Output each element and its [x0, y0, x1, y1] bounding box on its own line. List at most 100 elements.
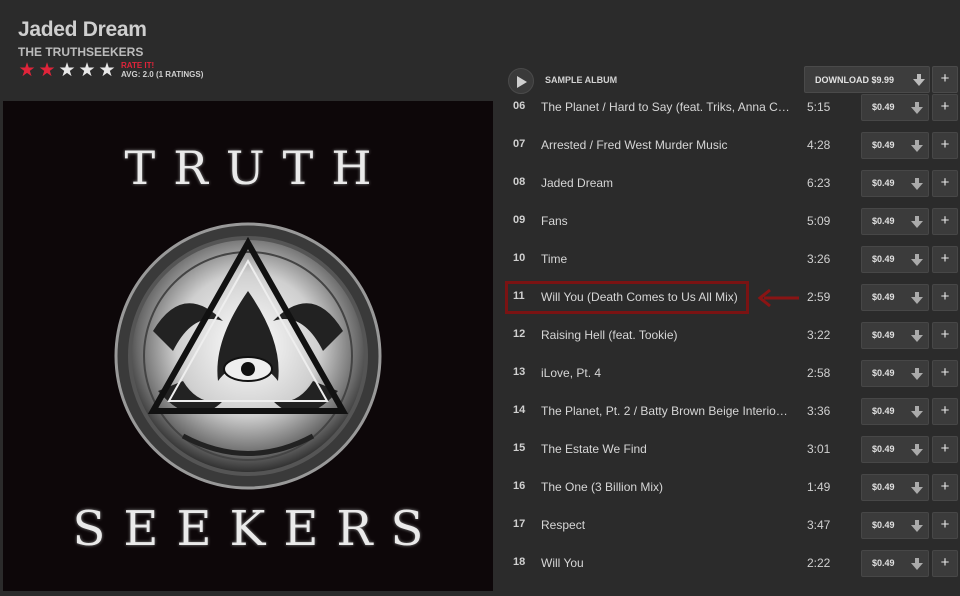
add-track-button[interactable]: + — [932, 170, 958, 197]
track-number: 18 — [513, 556, 526, 568]
track-number: 16 — [513, 480, 526, 492]
track-price: $0.49 — [872, 254, 895, 264]
track-number: 14 — [513, 404, 526, 416]
track-duration: 3:22 — [807, 328, 831, 342]
track-title[interactable]: Fans — [541, 214, 797, 228]
buy-track-button[interactable]: $0.49 — [861, 474, 929, 501]
add-track-button[interactable]: + — [932, 322, 958, 349]
star-icon[interactable]: ★ — [97, 61, 117, 81]
track-duration: 1:49 — [807, 480, 831, 494]
track-number: 08 — [513, 176, 526, 188]
add-track-button[interactable]: + — [932, 512, 958, 539]
track-title[interactable]: Jaded Dream — [541, 176, 797, 190]
track-title[interactable]: Time — [541, 252, 797, 266]
cover-word-top: TRUTH — [124, 141, 390, 195]
track-duration: 2:59 — [807, 290, 831, 304]
arrow-down-icon — [911, 254, 923, 266]
track-price: $0.49 — [872, 102, 895, 112]
track-row[interactable]: 13 iLove, Pt. 4 2:58 $0.49 + — [503, 354, 960, 392]
buy-track-button[interactable]: $0.49 — [861, 436, 929, 463]
buy-track-button[interactable]: $0.49 — [861, 512, 929, 539]
buy-track-button[interactable]: $0.49 — [861, 246, 929, 273]
track-duration: 6:23 — [807, 176, 831, 190]
add-track-button[interactable]: + — [932, 132, 958, 159]
track-list: 06 The Planet / Hard to Say (feat. Triks,… — [503, 88, 960, 596]
track-title[interactable]: The One (3 Billion Mix) — [541, 480, 797, 494]
track-row[interactable]: 12 Raising Hell (feat. Tookie) 3:22 $0.49 + — [503, 316, 960, 354]
add-track-button[interactable]: + — [932, 474, 958, 501]
album-title: Jaded Dream — [18, 18, 147, 41]
add-track-button[interactable]: + — [932, 208, 958, 235]
buy-track-button[interactable]: $0.49 — [861, 360, 929, 387]
track-number: 12 — [513, 328, 526, 340]
track-row[interactable]: 17 Respect 3:47 $0.49 + — [503, 506, 960, 544]
track-price: $0.49 — [872, 292, 895, 302]
star-icon[interactable]: ★ — [37, 61, 57, 81]
track-duration: 4:28 — [807, 138, 831, 152]
track-row[interactable]: 18 Will You 2:22 $0.49 + — [503, 544, 960, 582]
add-track-button[interactable]: + — [932, 94, 958, 121]
track-title[interactable]: The Planet, Pt. 2 / Batty Brown Beige In… — [541, 404, 797, 418]
arrow-down-icon — [911, 330, 923, 342]
track-price: $0.49 — [872, 520, 895, 530]
buy-track-button[interactable]: $0.49 — [861, 550, 929, 577]
rate-it-link[interactable]: RATE IT! — [121, 61, 154, 70]
track-title[interactable]: The Estate We Find — [541, 442, 797, 456]
track-title[interactable]: Arrested / Fred West Murder Music — [541, 138, 797, 152]
track-duration: 3:26 — [807, 252, 831, 266]
track-row[interactable]: 14 The Planet, Pt. 2 / Batty Brown Beige … — [503, 392, 960, 430]
track-row[interactable]: 09 Fans 5:09 $0.49 + — [503, 202, 960, 240]
track-number: 10 — [513, 252, 526, 264]
track-number: 09 — [513, 214, 526, 226]
track-title[interactable]: Raising Hell (feat. Tookie) — [541, 328, 797, 342]
track-number: 17 — [513, 518, 526, 530]
track-price: $0.49 — [872, 178, 895, 188]
track-row[interactable]: 07 Arrested / Fred West Murder Music 4:28 $… — [503, 126, 960, 164]
track-row[interactable]: 15 The Estate We Find 3:01 $0.49 + — [503, 430, 960, 468]
track-duration: 2:22 — [807, 556, 831, 570]
buy-track-button[interactable]: $0.49 — [861, 170, 929, 197]
buy-track-button[interactable]: $0.49 — [861, 398, 929, 425]
artist-name[interactable]: THE TRUTHSEEKERS — [18, 45, 143, 59]
buy-track-button[interactable]: $0.49 — [861, 132, 929, 159]
track-row[interactable]: 16 The One (3 Billion Mix) 1:49 $0.49 + — [503, 468, 960, 506]
track-number: 13 — [513, 366, 526, 378]
track-price: $0.49 — [872, 330, 895, 340]
track-number: 07 — [513, 138, 526, 150]
star-icon[interactable]: ★ — [57, 61, 77, 81]
track-title[interactable]: Will You — [541, 556, 797, 570]
arrow-down-icon — [911, 292, 923, 304]
track-price: $0.49 — [872, 444, 895, 454]
average-rating: AVG: 2.0 (1 RATINGS) — [121, 70, 204, 79]
buy-track-button[interactable]: $0.49 — [861, 94, 929, 121]
track-title[interactable]: iLove, Pt. 4 — [541, 366, 797, 380]
add-track-button[interactable]: + — [932, 550, 958, 577]
arrow-down-icon — [911, 178, 923, 190]
star-icon[interactable]: ★ — [17, 61, 37, 81]
sample-album-label[interactable]: SAMPLE ALBUM — [545, 75, 617, 85]
star-rating[interactable]: ★ ★ ★ ★ ★ — [17, 61, 117, 81]
buy-track-button[interactable]: $0.49 — [861, 322, 929, 349]
track-title[interactable]: Respect — [541, 518, 797, 532]
arrow-down-icon — [911, 102, 923, 114]
track-row[interactable]: 06 The Planet / Hard to Say (feat. Triks,… — [503, 88, 960, 126]
add-track-button[interactable]: + — [932, 360, 958, 387]
add-track-button[interactable]: + — [932, 284, 958, 311]
track-row[interactable]: 08 Jaded Dream 6:23 $0.49 + — [503, 164, 960, 202]
arrow-down-icon — [911, 140, 923, 152]
track-duration: 3:47 — [807, 518, 831, 532]
add-track-button[interactable]: + — [932, 436, 958, 463]
track-price: $0.49 — [872, 558, 895, 568]
highlight-box — [505, 281, 749, 314]
add-track-button[interactable]: + — [932, 246, 958, 273]
add-track-button[interactable]: + — [932, 398, 958, 425]
track-title[interactable]: The Planet / Hard to Say (feat. Triks, A… — [541, 100, 797, 114]
track-price: $0.49 — [872, 140, 895, 150]
track-row[interactable]: 10 Time 3:26 $0.49 + — [503, 240, 960, 278]
star-icon[interactable]: ★ — [77, 61, 97, 81]
track-price: $0.49 — [872, 216, 895, 226]
track-price: $0.49 — [872, 406, 895, 416]
buy-track-button[interactable]: $0.49 — [861, 284, 929, 311]
track-price: $0.49 — [872, 482, 895, 492]
buy-track-button[interactable]: $0.49 — [861, 208, 929, 235]
